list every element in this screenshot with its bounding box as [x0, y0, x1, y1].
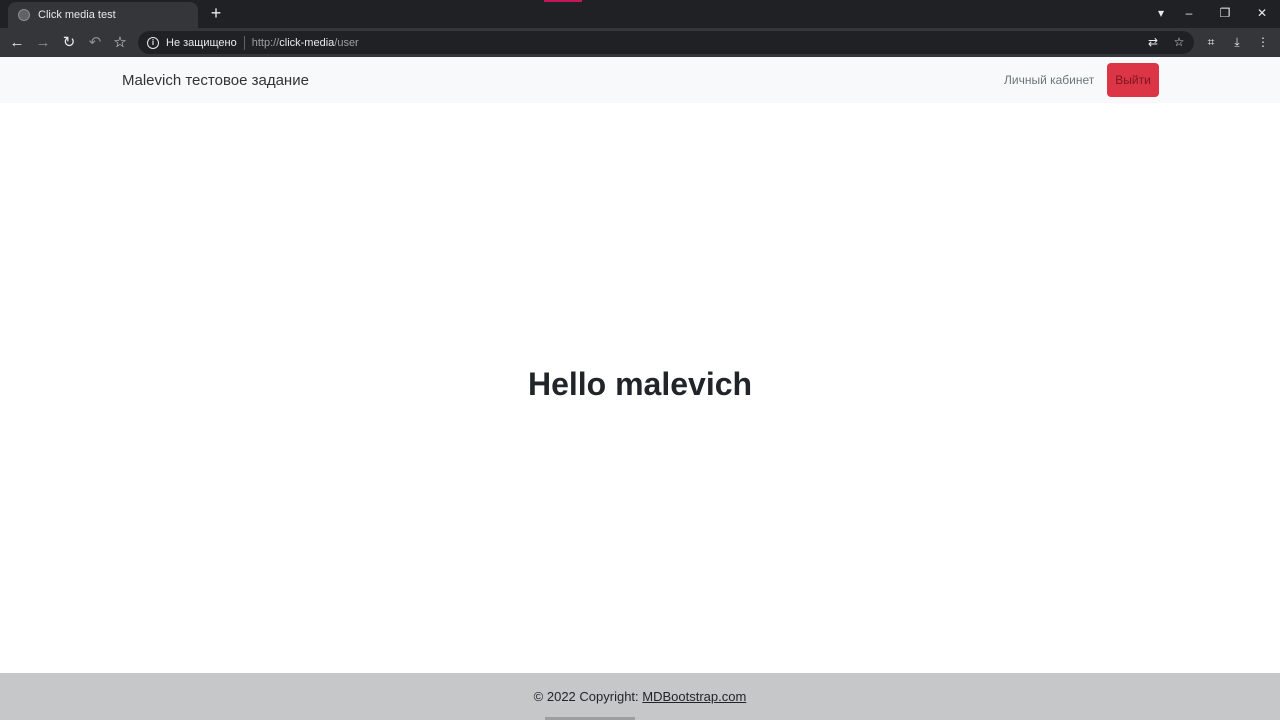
tab-title: Click media test [38, 9, 116, 21]
info-icon[interactable]: i [147, 36, 159, 49]
back-icon[interactable]: ← [6, 32, 28, 54]
forward-icon[interactable]: → [32, 32, 54, 54]
security-label[interactable]: Не защищено [166, 37, 237, 49]
minimize-button[interactable]: – [1172, 0, 1206, 28]
site-footer: © 2022 Copyright: MDBootstrap.com [0, 673, 1280, 720]
address-bar[interactable]: i Не защищено http:// click-media /user [138, 31, 1194, 54]
address-separator [243, 35, 245, 50]
url-scheme: http:// [251, 36, 280, 49]
crop-icon[interactable]: ⌗ [1202, 33, 1220, 51]
download-icon[interactable]: ⤓ [1228, 33, 1246, 51]
copyright-text: © 2022 Copyright: MDBootstrap.com [0, 689, 1280, 704]
star-icon[interactable]: ☆ [109, 32, 131, 54]
bookmark-star-icon[interactable]: ☆ [1170, 33, 1188, 51]
close-button[interactable]: ✕ [1245, 0, 1279, 28]
reload-icon[interactable]: ↻ [58, 32, 80, 54]
url-host: click-media [279, 36, 335, 49]
menu-icon[interactable]: ⋮ [1254, 33, 1272, 51]
undo-icon[interactable]: ↶ [84, 32, 106, 54]
logout-button[interactable]: Выйти [1107, 63, 1159, 97]
tab-strip-accent [544, 0, 582, 2]
copyright-prefix: © 2022 Copyright: [533, 689, 639, 704]
browser-tab[interactable]: Click media test [8, 2, 198, 28]
globe-icon [18, 9, 30, 21]
site-navbar: Malevich тестовое задание Личный кабинет… [0, 57, 1280, 103]
browser-tab-strip: Click media test + ▾ – ❐ ✕ [0, 0, 1280, 28]
navbar-brand[interactable]: Malevich тестовое задание [122, 72, 309, 89]
url-path: /user [334, 36, 359, 49]
copyright-link[interactable]: MDBootstrap.com [642, 689, 746, 704]
restore-button[interactable]: ❐ [1208, 0, 1242, 28]
browser-toolbar: ← → ↻ ↶ ☆ i Не защищено http:// click-me… [0, 28, 1280, 57]
page-heading: Hello malevich [527, 366, 753, 402]
new-tab-button[interactable]: + [206, 3, 226, 23]
cabinet-link[interactable]: Личный кабинет [1004, 73, 1094, 87]
translate-icon[interactable]: ⇄ [1144, 33, 1162, 51]
